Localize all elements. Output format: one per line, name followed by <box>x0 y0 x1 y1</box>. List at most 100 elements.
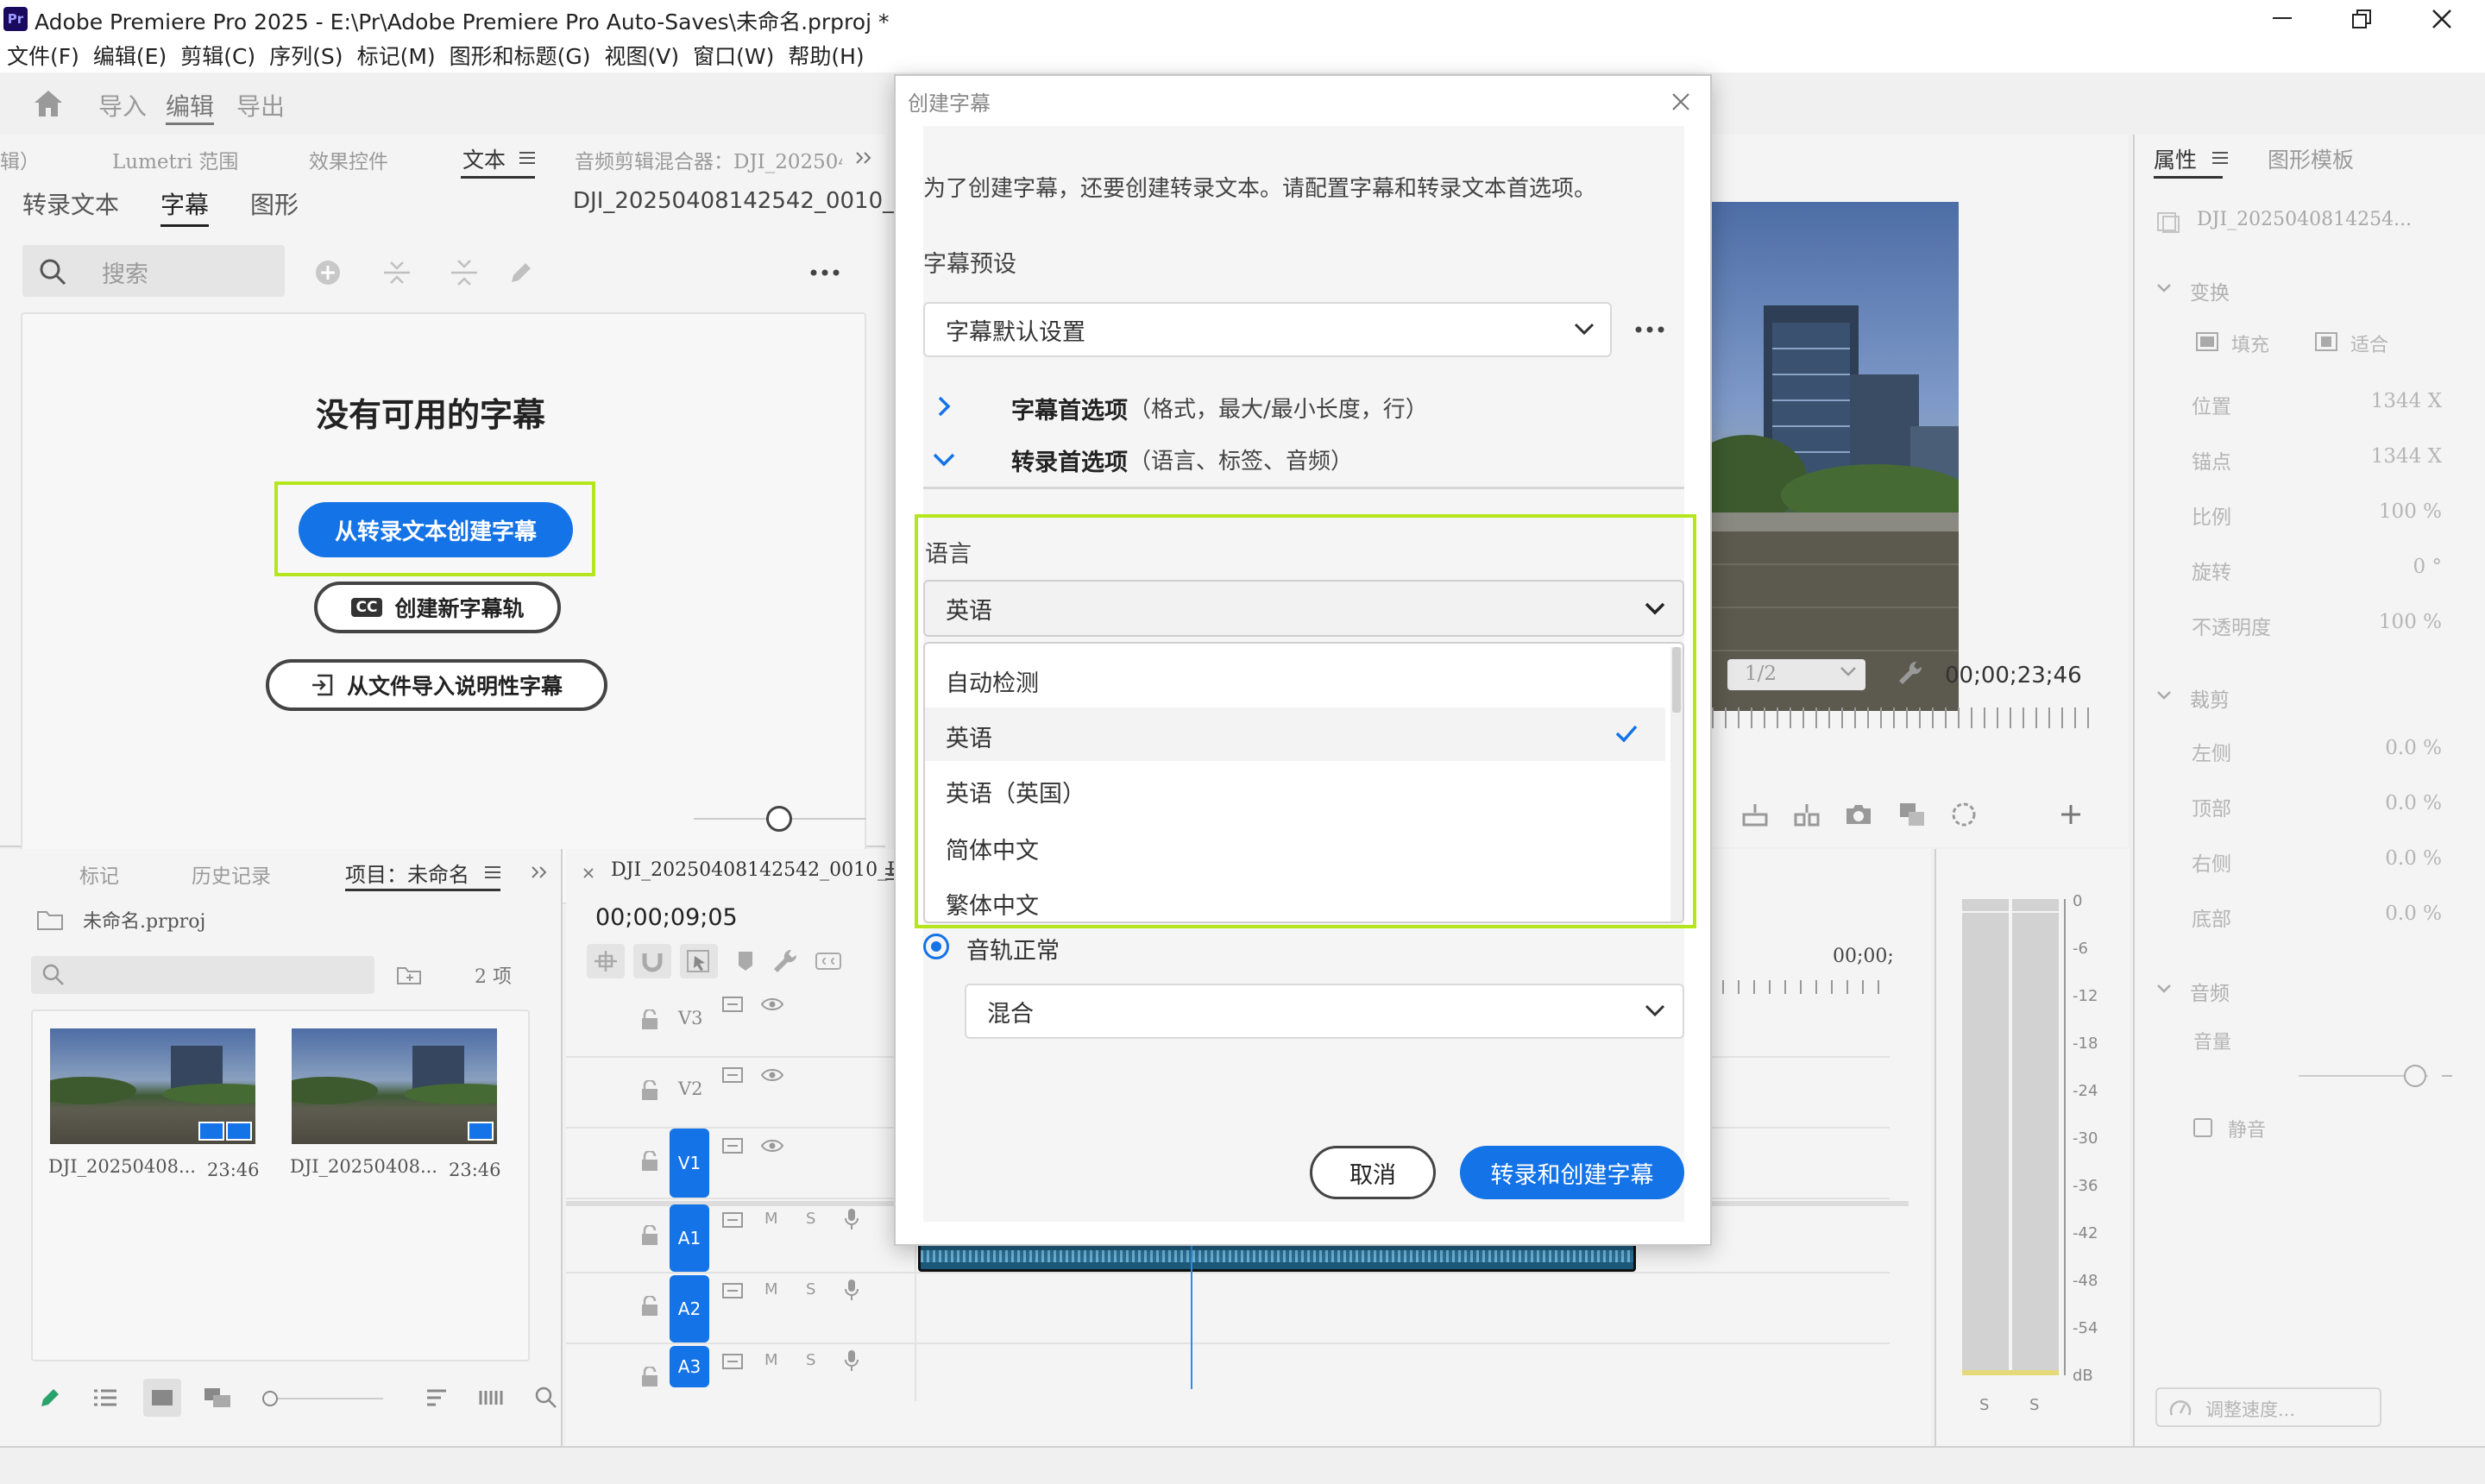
track-badge-v1[interactable]: V1 <box>670 1129 709 1198</box>
eye-icon[interactable] <box>759 1135 785 1156</box>
tab-history[interactable]: 历史记录 <box>192 859 271 889</box>
option-traditional-chinese[interactable]: 繁体中文 <box>925 875 1665 921</box>
lock-icon[interactable] <box>639 1078 661 1103</box>
new-bin-icon[interactable] <box>393 959 425 990</box>
microphone-icon[interactable] <box>840 1277 863 1303</box>
solo-track-button[interactable]: S <box>806 1351 815 1369</box>
preset-more-icon[interactable] <box>1631 316 1669 343</box>
tab-graphics-template[interactable]: 图形模板 <box>2268 143 2354 174</box>
close-window-icon[interactable] <box>2420 3 2463 35</box>
meter-solo-right[interactable]: S <box>2029 1396 2039 1414</box>
thumbnail-size-handle[interactable] <box>262 1391 278 1406</box>
track-label-v2[interactable]: V2 <box>678 1078 703 1099</box>
mute-checkbox[interactable] <box>2193 1118 2212 1137</box>
track-badge-a2[interactable]: A2 <box>670 1275 709 1343</box>
project-item-thumbnail[interactable] <box>50 1028 255 1144</box>
mute-track-button[interactable]: M <box>764 1280 778 1298</box>
volume-slider[interactable] <box>2299 1063 2428 1089</box>
nav-export[interactable]: 导出 <box>236 88 285 123</box>
extract-icon[interactable] <box>1790 797 1824 832</box>
chevron-down-icon[interactable] <box>2154 980 2174 997</box>
captions-cc-icon[interactable] <box>813 946 844 977</box>
tab-prev-partial[interactable]: 辑） <box>0 145 40 174</box>
more-tabs-icon[interactable] <box>528 861 550 883</box>
icon-view-icon[interactable] <box>143 1379 181 1417</box>
caption-preferences-toggle[interactable]: 字幕首选项 （格式，最大/最小长度，行） <box>937 388 1662 426</box>
audio-section[interactable]: 音频 <box>2190 977 2230 1006</box>
option-english[interactable]: 英语 <box>925 707 1665 761</box>
options-scrollbar[interactable] <box>1670 647 1683 921</box>
mute-track-button[interactable]: M <box>764 1210 778 1228</box>
option-english-uk[interactable]: 英语（英国） <box>925 763 1665 816</box>
restore-icon[interactable] <box>2340 3 2383 35</box>
meter-solo-left[interactable]: S <box>1979 1396 1989 1414</box>
edit-pencil-icon[interactable] <box>504 255 538 290</box>
more-tabs-icon[interactable] <box>852 147 875 169</box>
transcribe-create-button[interactable]: 转录和创建字幕 <box>1460 1146 1684 1199</box>
nest-icon[interactable] <box>587 944 625 978</box>
close-tab-icon[interactable] <box>580 865 597 882</box>
language-select[interactable]: 英语 <box>923 580 1684 637</box>
close-icon[interactable] <box>1665 86 1696 117</box>
sync-lock-icon[interactable] <box>720 1210 746 1230</box>
eye-icon[interactable] <box>759 1065 785 1085</box>
sync-lock-icon[interactable] <box>720 1351 746 1372</box>
track-badge-a1[interactable]: A1 <box>670 1204 709 1272</box>
tab-markers[interactable]: 标记 <box>79 859 119 889</box>
option-simplified-chinese[interactable]: 简体中文 <box>925 820 1665 873</box>
property-value[interactable]: 0.0 % <box>2385 902 2442 925</box>
option-auto-detect[interactable]: 自动检测 <box>925 652 1665 706</box>
add-caption-icon[interactable] <box>311 255 345 290</box>
lock-icon[interactable] <box>639 1223 661 1248</box>
property-value[interactable]: 100 % <box>2379 500 2442 523</box>
sync-lock-icon[interactable] <box>720 1065 746 1085</box>
menu-help[interactable]: 帮助(H) <box>788 40 864 71</box>
solo-track-button[interactable]: S <box>806 1210 815 1228</box>
menu-window[interactable]: 窗口(W) <box>693 40 774 71</box>
sync-lock-icon[interactable] <box>720 994 746 1015</box>
timeline-timecode[interactable]: 00;00;09;05 <box>595 904 738 931</box>
timeline-ruler[interactable] <box>1722 980 1891 994</box>
add-button-icon[interactable] <box>2054 797 2088 832</box>
timeline-sequence-tab[interactable]: DJI_20250408142542_0010_D <box>611 859 903 881</box>
timeline-settings-icon[interactable] <box>770 946 801 977</box>
import-captions-button[interactable]: 从文件导入说明性字幕 <box>266 659 607 711</box>
subtab-transcript[interactable]: 转录文本 <box>22 186 119 221</box>
track-badge-a3[interactable]: A3 <box>670 1346 709 1387</box>
lock-icon[interactable] <box>639 1365 661 1389</box>
wrench-icon[interactable] <box>1895 657 1926 689</box>
transform-section[interactable]: 变换 <box>2190 276 2230 305</box>
subtab-graphics[interactable]: 图形 <box>250 186 299 221</box>
new-caption-track-button[interactable]: CC 创建新字幕轨 <box>314 582 561 633</box>
list-view-icon[interactable] <box>90 1382 121 1413</box>
menu-view[interactable]: 视图(V) <box>605 40 680 71</box>
zoom-slider[interactable] <box>694 806 866 832</box>
create-from-transcript-button[interactable]: 从转录文本创建字幕 <box>299 502 573 557</box>
property-value[interactable]: 0.0 % <box>2385 737 2442 759</box>
nav-import[interactable]: 导入 <box>98 88 147 123</box>
options-scrollbar-thumb[interactable] <box>1672 647 1681 713</box>
preset-select[interactable]: 字幕默认设置 <box>923 302 1612 357</box>
add-marker-icon[interactable] <box>730 946 761 977</box>
panel-menu-icon[interactable] <box>516 147 538 169</box>
mix-select[interactable]: 混合 <box>965 984 1684 1039</box>
tab-project[interactable]: 项目：未命名 <box>345 858 469 888</box>
menu-edit[interactable]: 编辑(E) <box>93 40 167 71</box>
menu-file[interactable]: 文件(F) <box>7 40 79 71</box>
vr-icon[interactable] <box>1947 797 1981 832</box>
chevron-down-icon[interactable] <box>2154 687 2174 704</box>
fill-icon[interactable] <box>2193 330 2221 354</box>
tab-text[interactable]: 文本 <box>462 143 506 174</box>
panel-menu-icon[interactable] <box>481 861 504 883</box>
more-options-icon[interactable] <box>806 259 844 286</box>
tab-properties[interactable]: 属性 <box>2154 143 2197 174</box>
merge-captions-icon[interactable] <box>380 255 414 290</box>
property-value[interactable]: 0 ° <box>2413 556 2442 578</box>
project-item-thumbnail[interactable] <box>292 1028 497 1144</box>
property-value[interactable]: 1344 X <box>2371 390 2442 412</box>
automate-icon[interactable] <box>476 1382 507 1413</box>
property-value[interactable]: 100 % <box>2379 611 2442 633</box>
track-normal-radio[interactable] <box>923 934 949 959</box>
fit-icon[interactable] <box>2312 330 2340 354</box>
tab-lumetri-scopes[interactable]: Lumetri 范围 <box>112 145 238 174</box>
